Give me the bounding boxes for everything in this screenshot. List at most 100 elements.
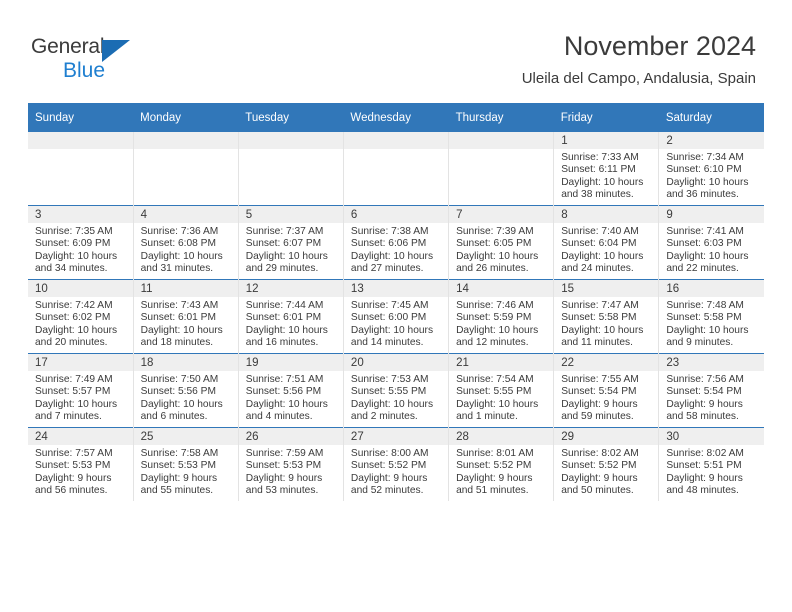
calendar-day-cell[interactable]: 21 Sunrise: 7:54 AM Sunset: 5:55 PM Dayligh… <box>448 353 555 428</box>
day-details: Sunrise: 7:46 AM Sunset: 5:59 PM Daylight:… <box>449 297 553 350</box>
detail-sunrise: Sunrise: 7:42 AM <box>35 300 113 311</box>
calendar-day-cell[interactable]: 8 Sunrise: 7:40 AM Sunset: 6:04 PM Daylight… <box>553 205 660 280</box>
detail-daylight-line1: Daylight: 10 hours <box>140 250 223 262</box>
calendar-day-cell[interactable]: 22 Sunrise: 7:55 AM Sunset: 5:54 PM Dayligh… <box>553 353 660 428</box>
calendar-day-cell[interactable]: 28 Sunrise: 8:01 AM Sunset: 5:52 PM Dayligh… <box>448 427 555 501</box>
day-details: Sunrise: 7:40 AM Sunset: 6:04 PM Daylight:… <box>554 223 658 276</box>
day-cell-inner: 3 Sunrise: 7:35 AM Sunset: 6:09 PM Daylight… <box>28 206 133 279</box>
day-number: 10 <box>28 280 133 297</box>
detail-sunset: Sunset: 5:58 PM <box>666 312 742 324</box>
calendar-day-cell[interactable]: 15 Sunrise: 7:47 AM Sunset: 5:58 PM Dayligh… <box>553 279 660 354</box>
day-number: 11 <box>133 280 238 297</box>
detail-daylight-line1: Daylight: 10 hours <box>666 176 749 188</box>
calendar-day-cell[interactable]: 27 Sunrise: 8:00 AM Sunset: 5:52 PM Dayligh… <box>343 427 450 501</box>
day-details: Sunrise: 7:54 AM Sunset: 5:55 PM Daylight:… <box>449 371 553 424</box>
detail-sunrise: Sunrise: 7:37 AM <box>245 226 324 237</box>
detail-sunset: Sunset: 5:55 PM <box>350 386 427 398</box>
calendar-day-cell[interactable]: 9 Sunrise: 7:41 AM Sunset: 6:03 PM Daylight… <box>658 205 764 280</box>
detail-sunset: Sunset: 5:53 PM <box>140 460 216 472</box>
calendar-day-cell[interactable]: 10 Sunrise: 7:42 AM Sunset: 6:02 PM Dayligh… <box>28 279 134 354</box>
day-details: Sunrise: 7:38 AM Sunset: 6:06 PM Daylight:… <box>344 223 448 276</box>
calendar-day-cell[interactable]: 23 Sunrise: 7:56 AM Sunset: 5:54 PM Dayligh… <box>658 353 764 428</box>
calendar-day-cell[interactable]: 25 Sunrise: 7:58 AM Sunset: 5:53 PM Dayligh… <box>133 427 239 501</box>
calendar-day-cell[interactable]: 13 Sunrise: 7:45 AM Sunset: 6:00 PM Dayligh… <box>343 279 450 354</box>
calendar-day-cell[interactable]: 26 Sunrise: 7:59 AM Sunset: 5:53 PM Dayligh… <box>238 427 344 501</box>
calendar-day-cell[interactable]: 12 Sunrise: 7:44 AM Sunset: 6:01 PM Dayligh… <box>238 279 344 354</box>
day-number: 20 <box>343 354 449 371</box>
detail-sunrise: Sunrise: 7:41 AM <box>666 226 744 237</box>
detail-sunrise: Sunrise: 7:49 AM <box>35 374 113 385</box>
detail-daylight-line2: and 11 minutes. <box>561 337 633 349</box>
calendar-day-cell[interactable]: 5 Sunrise: 7:37 AM Sunset: 6:07 PM Daylight… <box>238 205 344 280</box>
detail-sunset: Sunset: 5:58 PM <box>561 312 637 324</box>
detail-sunset: Sunset: 5:55 PM <box>456 386 532 398</box>
detail-daylight-line2: and 51 minutes. <box>456 485 529 497</box>
day-details: Sunrise: 7:43 AM Sunset: 6:01 PM Daylight:… <box>134 297 238 350</box>
day-cell-inner: 28 Sunrise: 8:01 AM Sunset: 5:52 PM Dayligh… <box>449 428 554 501</box>
day-cell-inner: 24 Sunrise: 7:57 AM Sunset: 5:53 PM Dayligh… <box>28 428 133 501</box>
day-cell-inner: 19 Sunrise: 7:51 AM Sunset: 5:56 PM Dayligh… <box>238 354 343 427</box>
detail-daylight-line1: Daylight: 10 hours <box>456 324 539 336</box>
day-cell-inner: 7 Sunrise: 7:39 AM Sunset: 6:05 PM Daylight… <box>449 206 554 279</box>
detail-sunrise: Sunrise: 8:01 AM <box>456 448 534 459</box>
detail-daylight-line2: and 1 minute. <box>456 411 518 423</box>
detail-sunset: Sunset: 5:59 PM <box>456 312 532 324</box>
detail-sunset: Sunset: 5:52 PM <box>350 460 427 472</box>
detail-sunrise: Sunrise: 8:00 AM <box>350 448 429 459</box>
detail-daylight-line2: and 38 minutes. <box>561 189 634 201</box>
day-number: 14 <box>449 280 554 297</box>
detail-sunrise: Sunrise: 7:39 AM <box>456 226 534 237</box>
detail-daylight-line2: and 18 minutes. <box>140 337 214 349</box>
calendar-day-cell[interactable]: 16 Sunrise: 7:48 AM Sunset: 5:58 PM Dayligh… <box>658 279 764 354</box>
calendar-day-cell[interactable]: 3 Sunrise: 7:35 AM Sunset: 6:09 PM Daylight… <box>28 205 134 280</box>
calendar-day-cell[interactable]: 18 Sunrise: 7:50 AM Sunset: 5:56 PM Dayligh… <box>133 353 239 428</box>
detail-daylight-line1: Daylight: 10 hours <box>245 324 328 336</box>
calendar-day-cell[interactable]: 4 Sunrise: 7:36 AM Sunset: 6:08 PM Daylight… <box>133 205 239 280</box>
calendar-day-cell[interactable]: 6 Sunrise: 7:38 AM Sunset: 6:06 PM Daylight… <box>343 205 450 280</box>
detail-sunrise: Sunrise: 7:50 AM <box>140 374 219 385</box>
day-number: 29 <box>554 428 659 445</box>
page-title: November 2024 <box>563 31 756 61</box>
generalblue-logo[interactable]: General Blue <box>31 34 231 90</box>
calendar-week-row: 3 Sunrise: 7:35 AM Sunset: 6:09 PM Daylight… <box>28 205 764 280</box>
detail-daylight-line1: Daylight: 10 hours <box>245 398 328 410</box>
calendar-day-cell[interactable]: 11 Sunrise: 7:43 AM Sunset: 6:01 PM Dayligh… <box>133 279 239 354</box>
calendar-day-cell[interactable]: 19 Sunrise: 7:51 AM Sunset: 5:56 PM Dayligh… <box>238 353 344 428</box>
day-number: 22 <box>554 354 659 371</box>
day-cell-inner: 4 Sunrise: 7:36 AM Sunset: 6:08 PM Daylight… <box>133 206 238 279</box>
detail-daylight-line2: and 56 minutes. <box>35 485 108 497</box>
detail-sunrise: Sunrise: 7:35 AM <box>35 226 113 237</box>
day-number: 1 <box>554 132 659 149</box>
detail-sunset: Sunset: 6:05 PM <box>456 238 532 250</box>
day-details: Sunrise: 7:48 AM Sunset: 5:58 PM Daylight:… <box>659 297 764 350</box>
detail-daylight-line1: Daylight: 10 hours <box>666 250 749 262</box>
day-number: 24 <box>28 428 133 445</box>
calendar-day-cell[interactable]: 2 Sunrise: 7:34 AM Sunset: 6:10 PM Daylight… <box>658 132 764 206</box>
day-number <box>449 132 554 149</box>
calendar-day-cell[interactable]: 17 Sunrise: 7:49 AM Sunset: 5:57 PM Dayligh… <box>28 353 134 428</box>
detail-daylight-line1: Daylight: 10 hours <box>35 324 118 336</box>
calendar-cell-empty <box>448 132 555 206</box>
calendar-day-cell[interactable]: 20 Sunrise: 7:53 AM Sunset: 5:55 PM Dayligh… <box>343 353 450 428</box>
detail-sunset: Sunset: 6:03 PM <box>666 238 742 250</box>
calendar-day-cell[interactable]: 30 Sunrise: 8:02 AM Sunset: 5:51 PM Dayligh… <box>658 427 764 501</box>
day-cell-inner <box>133 132 238 205</box>
detail-daylight-line2: and 26 minutes. <box>456 263 529 275</box>
detail-daylight-line1: Daylight: 9 hours <box>245 472 323 484</box>
day-details: Sunrise: 7:34 AM Sunset: 6:10 PM Daylight:… <box>659 149 764 202</box>
calendar-day-cell[interactable]: 14 Sunrise: 7:46 AM Sunset: 5:59 PM Dayligh… <box>448 279 555 354</box>
day-details: Sunrise: 7:45 AM Sunset: 6:00 PM Daylight:… <box>344 297 448 350</box>
calendar-day-cell[interactable]: 24 Sunrise: 7:57 AM Sunset: 5:53 PM Dayligh… <box>28 427 134 501</box>
page-header: General Blue November 2024 Uleila del Ca… <box>0 0 792 98</box>
day-number: 25 <box>133 428 238 445</box>
calendar-day-cell[interactable]: 29 Sunrise: 8:02 AM Sunset: 5:52 PM Dayligh… <box>553 427 660 501</box>
day-number <box>133 132 238 149</box>
calendar-day-cell[interactable]: 1 Sunrise: 7:33 AM Sunset: 6:11 PM Daylight… <box>553 132 660 206</box>
title-block: November 2024 Uleila del Campo, Andalusi… <box>522 30 756 89</box>
day-number: 12 <box>238 280 343 297</box>
day-cell-inner <box>28 132 133 205</box>
calendar-day-cell[interactable]: 7 Sunrise: 7:39 AM Sunset: 6:05 PM Daylight… <box>448 205 555 280</box>
detail-sunrise: Sunrise: 8:02 AM <box>561 448 639 459</box>
calendar-body: 1 Sunrise: 7:33 AM Sunset: 6:11 PM Daylight… <box>28 132 764 501</box>
day-details: Sunrise: 7:55 AM Sunset: 5:54 PM Daylight:… <box>554 371 658 424</box>
